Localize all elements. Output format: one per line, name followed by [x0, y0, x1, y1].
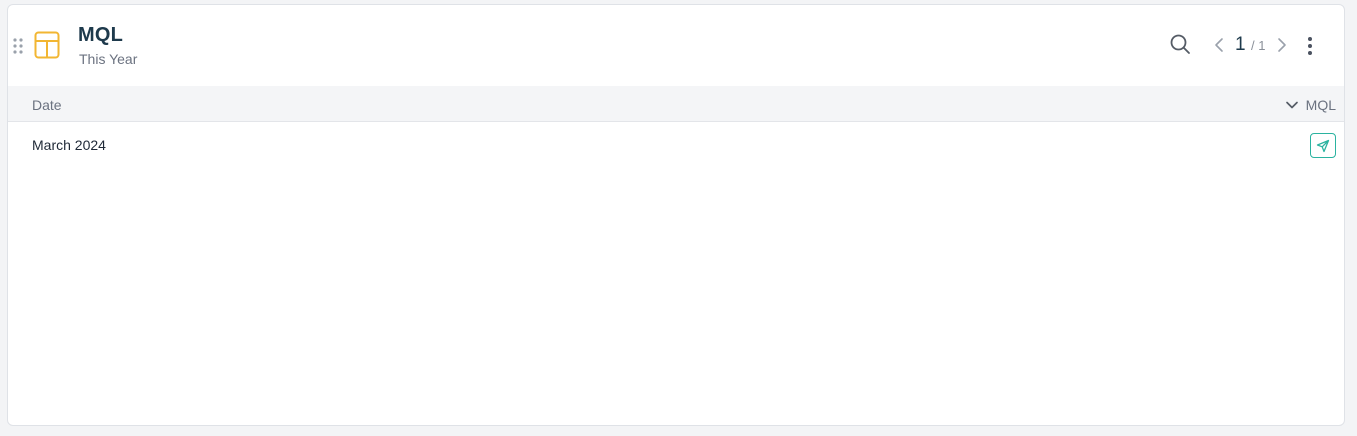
search-icon[interactable] [1169, 33, 1191, 55]
widget-subtitle: This Year [79, 51, 138, 67]
chevron-down-icon[interactable] [1285, 98, 1299, 112]
table-header: Date MQL [8, 86, 1344, 122]
page-current: 1 [1235, 34, 1246, 55]
column-header-mql-label: MQL [1305, 97, 1336, 113]
widget-title: MQL [78, 24, 124, 46]
send-button[interactable] [1310, 133, 1336, 158]
send-icon [1316, 139, 1330, 152]
drag-handle-icon[interactable] [13, 38, 23, 54]
cell-date: March 2024 [32, 137, 106, 153]
column-header-date[interactable]: Date [32, 97, 62, 113]
chevron-right-icon[interactable] [1276, 37, 1288, 53]
table-row: March 2024 [8, 123, 1344, 167]
widget-header: MQL This Year 1 / 1 [8, 5, 1344, 87]
page-total: / 1 [1251, 38, 1266, 53]
column-header-mql[interactable]: MQL [1285, 96, 1336, 114]
table-icon [34, 31, 60, 59]
more-vertical-icon[interactable] [1303, 35, 1317, 57]
widget-card: MQL This Year 1 / 1 Date MQL March 2024 [7, 4, 1345, 426]
chevron-left-icon[interactable] [1213, 37, 1225, 53]
